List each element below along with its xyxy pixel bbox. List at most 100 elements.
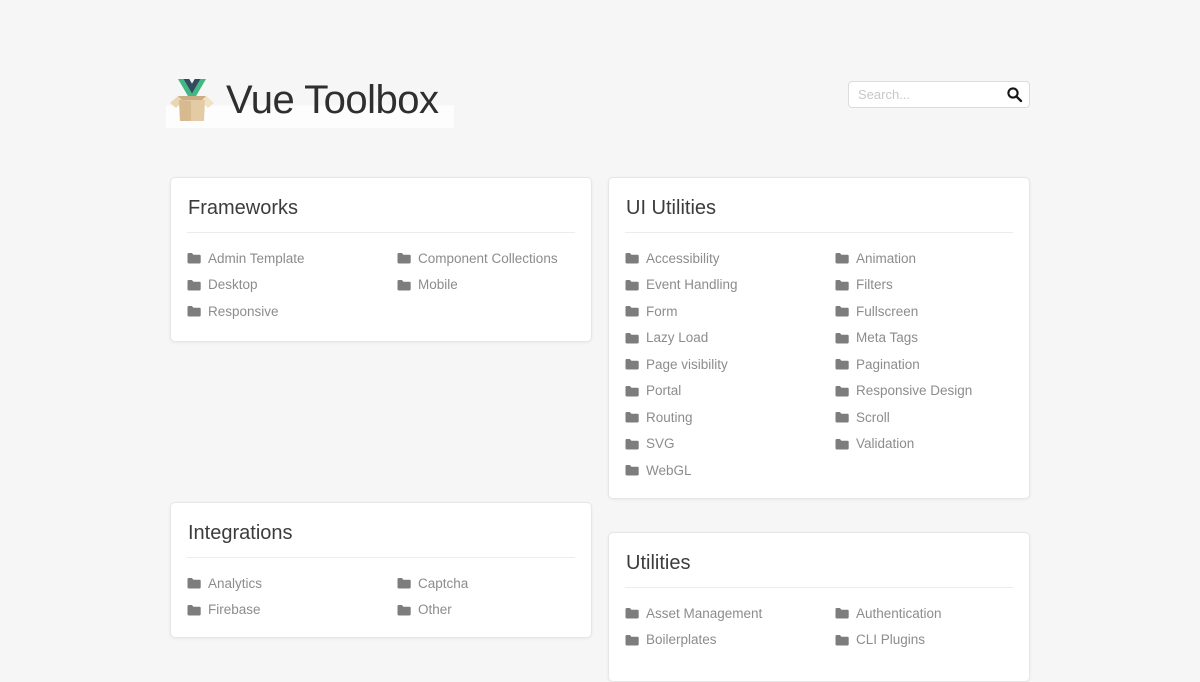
category-item-analytics[interactable]: Analytics	[187, 570, 397, 597]
card-frameworks: Frameworks Admin Template Component Colle…	[170, 177, 592, 342]
folder-icon	[625, 279, 639, 291]
folder-icon	[625, 305, 639, 317]
category-item-label: Pagination	[856, 357, 920, 372]
category-item-mobile[interactable]: Mobile	[397, 272, 575, 299]
category-item-desktop[interactable]: Desktop	[187, 272, 397, 299]
category-item-label: SVG	[646, 436, 675, 451]
category-item-label: Lazy Load	[646, 330, 708, 345]
folder-icon	[625, 332, 639, 344]
category-item-portal[interactable]: Portal	[625, 378, 835, 405]
category-item-cli-plugins[interactable]: CLI Plugins	[835, 627, 1013, 654]
folder-icon	[625, 634, 639, 646]
category-item-label: WebGL	[646, 463, 692, 478]
folder-icon	[397, 279, 411, 291]
category-item-label: Animation	[856, 251, 916, 266]
category-item-component-collections[interactable]: Component Collections	[397, 245, 575, 272]
search-box	[848, 81, 1030, 108]
category-item-label: Mobile	[418, 277, 458, 292]
card-title-frameworks: Frameworks	[188, 197, 575, 220]
folder-icon	[835, 332, 849, 344]
category-item-label: Boilerplates	[646, 632, 717, 647]
card-ui-utilities: UI Utilities AccessibilityAnimationEvent…	[608, 177, 1030, 499]
folder-icon	[397, 252, 411, 264]
folder-icon	[835, 607, 849, 619]
folder-icon	[835, 279, 849, 291]
category-item-label: Filters	[856, 277, 893, 292]
card-divider	[625, 232, 1013, 233]
folder-icon	[187, 577, 201, 589]
card-divider	[187, 232, 575, 233]
search-icon[interactable]	[1006, 86, 1023, 103]
card-integrations: Integrations Analytics Captcha Firebase Oth…	[170, 502, 592, 638]
folder-icon	[835, 385, 849, 397]
category-list: Asset Management Authentication Boilerplat…	[625, 600, 1013, 653]
category-item-validation[interactable]: Validation	[835, 431, 1013, 458]
category-item-animation[interactable]: Animation	[835, 245, 1013, 272]
category-item-pagination[interactable]: Pagination	[835, 351, 1013, 378]
category-item-admin-template[interactable]: Admin Template	[187, 245, 397, 272]
card-utilities: Utilities Asset Management Authentication…	[608, 532, 1030, 682]
category-item-lazy-load[interactable]: Lazy Load	[625, 325, 835, 352]
folder-icon	[835, 252, 849, 264]
category-item-label: Page visibility	[646, 357, 728, 372]
folder-icon	[835, 305, 849, 317]
category-item-label: Meta Tags	[856, 330, 918, 345]
category-item-label: Desktop	[208, 277, 258, 292]
category-item-page-visibility[interactable]: Page visibility	[625, 351, 835, 378]
category-item-form[interactable]: Form	[625, 298, 835, 325]
category-item-other[interactable]: Other	[397, 597, 575, 624]
category-item-label: Other	[418, 602, 452, 617]
folder-icon	[187, 252, 201, 264]
category-item-authentication[interactable]: Authentication	[835, 600, 1013, 627]
search-input[interactable]	[848, 81, 1030, 108]
category-item-label: Event Handling	[646, 277, 738, 292]
category-item-webgl[interactable]: WebGL	[625, 457, 835, 484]
category-item-label: Responsive Design	[856, 383, 972, 398]
category-item-label: Analytics	[208, 576, 262, 591]
category-item-responsive[interactable]: Responsive	[187, 298, 397, 325]
category-list: Accessibility Animation Event Handling Filt…	[625, 245, 1013, 484]
category-item-firebase[interactable]: Firebase	[187, 597, 397, 624]
card-divider	[625, 587, 1013, 588]
category-item-label: Form	[646, 304, 678, 319]
category-item-meta-tags[interactable]: Meta Tags	[835, 325, 1013, 352]
category-item-filters[interactable]: Filters	[835, 272, 1013, 299]
category-item-label: Fullscreen	[856, 304, 918, 319]
category-item-fullscreen[interactable]: Fullscreen	[835, 298, 1013, 325]
category-item-label: Accessibility	[646, 251, 720, 266]
category-item-label: Responsive	[208, 304, 279, 319]
folder-icon	[835, 634, 849, 646]
category-item-svg[interactable]: SVG	[625, 431, 835, 458]
category-list: Admin Template Component Collections Deskt…	[187, 245, 575, 325]
category-list: Analytics Captcha Firebase Other	[187, 570, 575, 623]
folder-icon	[625, 411, 639, 423]
category-item-scroll[interactable]: Scroll	[835, 404, 1013, 431]
category-item-label: Asset Management	[646, 606, 762, 621]
folder-icon	[835, 438, 849, 450]
page-title: Vue Toolbox	[226, 78, 438, 123]
brand-header: Vue Toolbox	[166, 74, 454, 128]
folder-icon	[835, 358, 849, 370]
category-item-captcha[interactable]: Captcha	[397, 570, 575, 597]
folder-icon	[397, 604, 411, 616]
folder-icon	[625, 607, 639, 619]
category-item-label: Firebase	[208, 602, 261, 617]
category-item-label: CLI Plugins	[856, 632, 925, 647]
folder-icon	[625, 464, 639, 476]
category-item-asset-management[interactable]: Asset Management	[625, 600, 835, 627]
category-item-event-handling[interactable]: Event Handling	[625, 272, 835, 299]
category-item-routing[interactable]: Routing	[625, 404, 835, 431]
card-title-utilities: Utilities	[626, 552, 1013, 575]
category-item-accessibility[interactable]: Accessibility	[625, 245, 835, 272]
category-item-label: Admin Template	[208, 251, 305, 266]
category-item-label: Authentication	[856, 606, 942, 621]
card-divider	[187, 557, 575, 558]
folder-icon	[625, 358, 639, 370]
card-title-integrations: Integrations	[188, 522, 575, 545]
folder-icon	[625, 438, 639, 450]
category-item-label: Component Collections	[418, 251, 558, 266]
category-item-responsive-design[interactable]: Responsive Design	[835, 378, 1013, 405]
folder-icon	[625, 252, 639, 264]
folder-icon	[625, 385, 639, 397]
category-item-boilerplates[interactable]: Boilerplates	[625, 627, 835, 654]
